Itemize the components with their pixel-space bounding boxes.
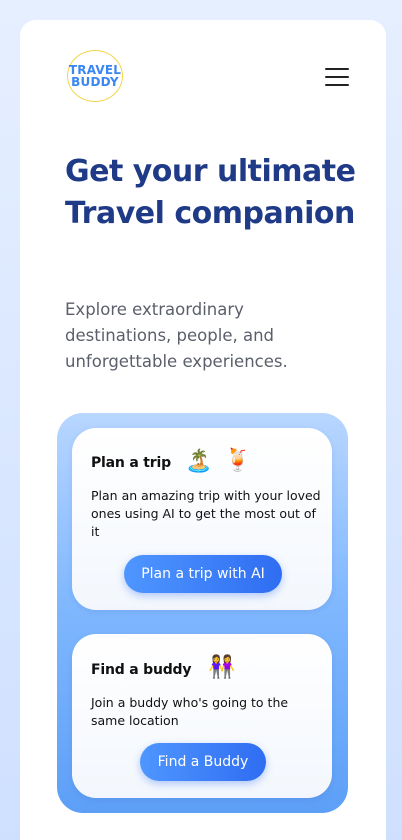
card-title: Plan a trip bbox=[91, 455, 171, 471]
find-buddy-card: Find a buddy 👭 Join a buddy who's going … bbox=[72, 634, 332, 798]
menu-bar bbox=[325, 84, 349, 86]
menu-bar bbox=[325, 76, 349, 78]
plan-trip-with-ai-button[interactable]: Plan a trip with AI bbox=[124, 555, 282, 593]
logo-text-line2: BUDDY bbox=[71, 75, 119, 89]
features-panel: Plan a trip 🏝️ 🍹 Plan an amazing trip wi… bbox=[57, 413, 348, 813]
hero-subtitle: Explore extraordinary destinations, peop… bbox=[65, 300, 288, 371]
travel-buddy-logo[interactable]: TRAVEL BUDDY bbox=[67, 50, 123, 102]
cocktail-icon: 🍹 bbox=[224, 448, 252, 473]
card-title: Find a buddy bbox=[91, 662, 192, 678]
island-icon: 🏝️ bbox=[185, 449, 213, 474]
plan-trip-card: Plan a trip 🏝️ 🍹 Plan an amazing trip wi… bbox=[72, 428, 332, 610]
page-container: TRAVEL BUDDY Get your ultimate Travel co… bbox=[20, 20, 386, 840]
card-description: Plan an amazing trip with your loved one… bbox=[91, 488, 321, 539]
hamburger-menu-icon[interactable] bbox=[325, 68, 349, 86]
menu-bar bbox=[325, 68, 349, 70]
two-women-icon: 👭 bbox=[208, 655, 236, 680]
hero-title: Get your ultimate Travel companion bbox=[65, 154, 356, 231]
card-description: Join a buddy who's going to the same loc… bbox=[91, 695, 289, 728]
find-a-buddy-button[interactable]: Find a Buddy bbox=[140, 743, 266, 781]
